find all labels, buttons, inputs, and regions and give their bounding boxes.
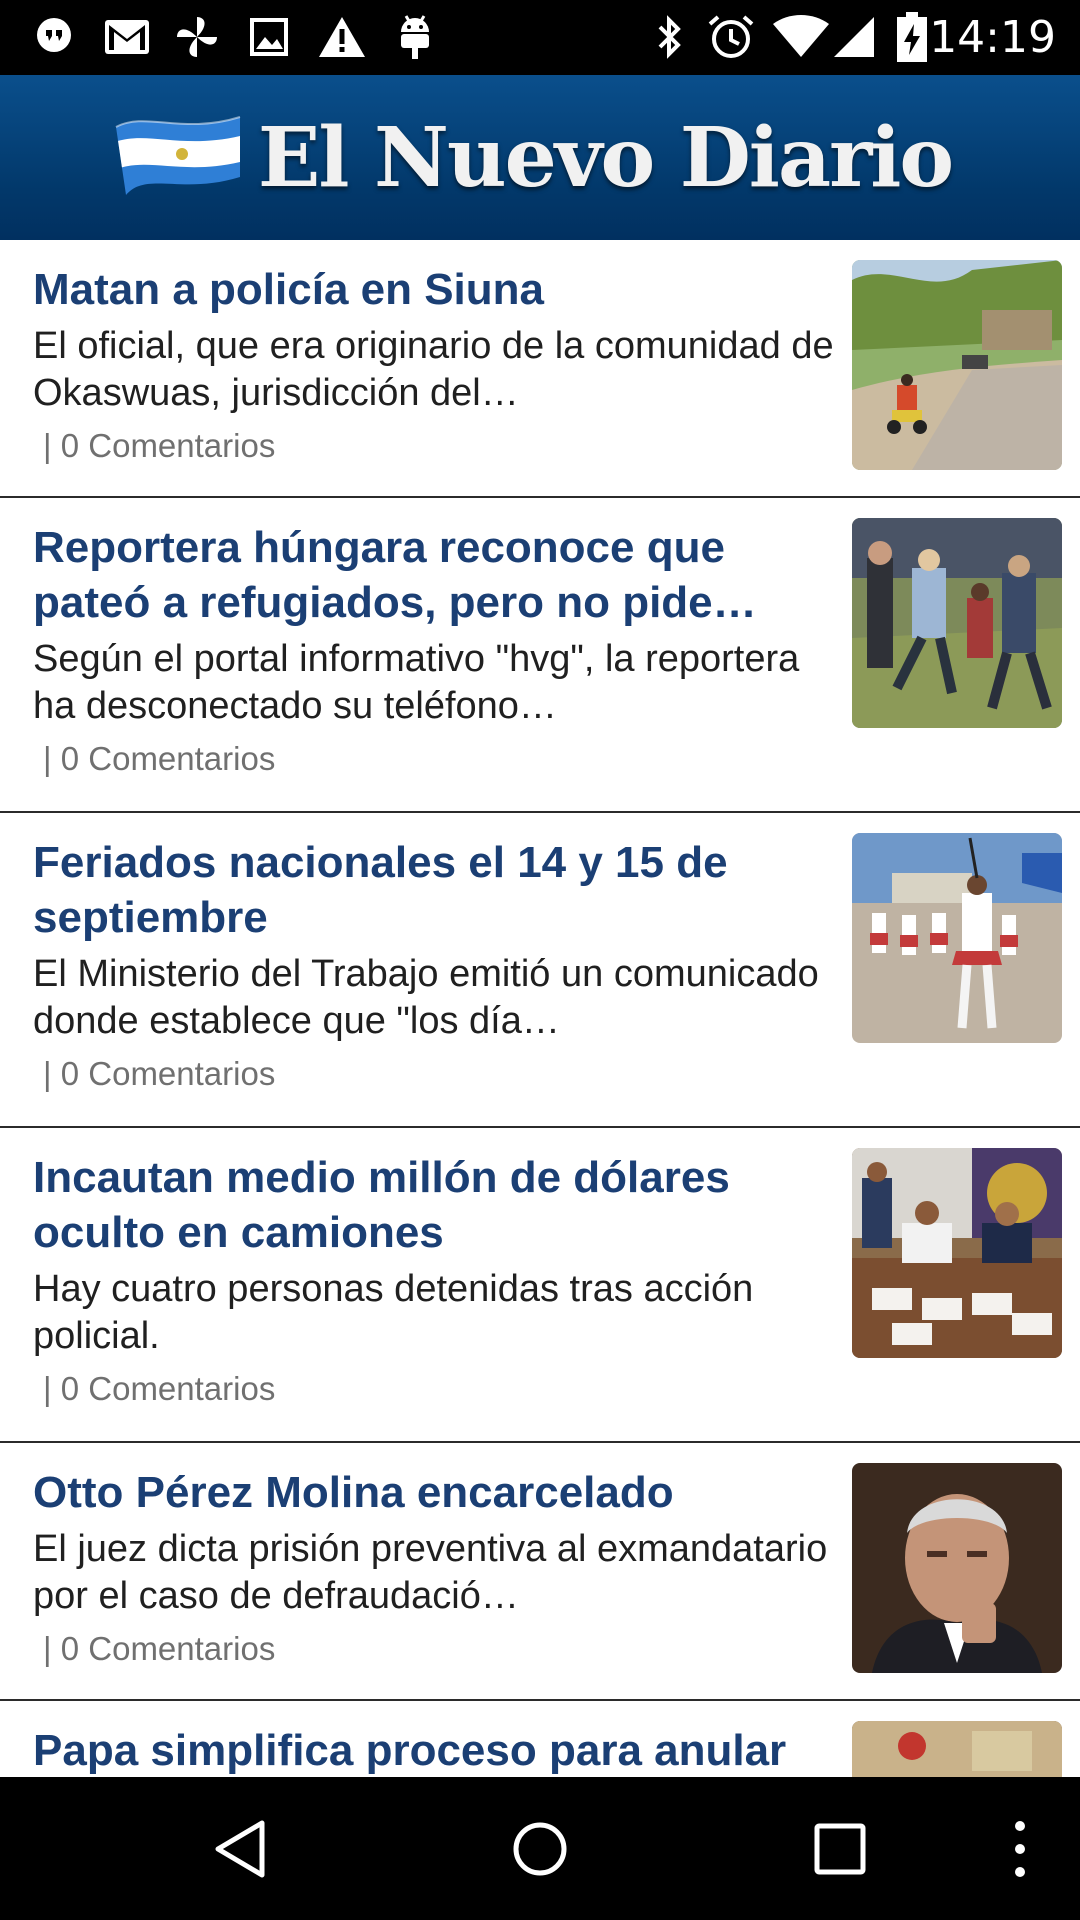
article-text: Matan a policía en Siuna El oficial, que… (33, 262, 838, 465)
article-text: Feriados nacionales el 14 y 15 de septie… (33, 835, 838, 1093)
article-comments-count[interactable]: | 0 Comentarios (33, 740, 838, 778)
article-comments-count[interactable]: | 0 Comentarios (33, 1055, 838, 1093)
article-summary: El Ministerio del Trabajo emitió un comu… (33, 953, 819, 1042)
status-bar: 14:19 (0, 0, 1080, 75)
wifi-icon (770, 12, 832, 62)
article-headline[interactable]: Matan a policía en Siuna (33, 262, 838, 317)
warning-icon (316, 12, 368, 62)
article-item[interactable]: Reportera húngara reconoce que pateó a r… (0, 498, 1080, 813)
article-comments-count[interactable]: | 0 Comentarios (33, 1370, 838, 1408)
refugees-field-photo[interactable] (852, 518, 1062, 728)
image-icon (245, 12, 293, 62)
app-header: El Nuevo Diario (0, 75, 1080, 240)
android-icon (393, 12, 437, 62)
article-headline[interactable]: Incautan medio millón de dólares oculto … (33, 1150, 838, 1260)
article-summary: El juez dicta prisión preventiva al exma… (33, 1528, 828, 1617)
parade-majorettes-photo[interactable] (852, 833, 1062, 1043)
home-icon[interactable] (490, 1777, 590, 1920)
article-item[interactable]: Incautan medio millón de dólares oculto … (0, 1128, 1080, 1443)
battery-charging-icon (894, 12, 930, 62)
bluetooth-icon (650, 12, 690, 62)
article-text: Incautan medio millón de dólares oculto … (33, 1150, 838, 1408)
article-headline[interactable]: Otto Pérez Molina encarcelado (33, 1465, 838, 1520)
article-headline[interactable]: Feriados nacionales el 14 y 15 de septie… (33, 835, 838, 945)
police-press-conference-photo[interactable] (852, 1148, 1062, 1358)
back-icon[interactable] (190, 1777, 290, 1920)
navigation-bar (0, 1777, 1080, 1920)
article-summary: Según el portal informativo "hvg", la re… (33, 638, 800, 727)
article-text: Otto Pérez Molina encarcelado El juez di… (33, 1465, 838, 1668)
signal-icon (830, 12, 878, 62)
hangouts-icon (30, 12, 78, 62)
article-comments-count[interactable]: | 0 Comentarios (33, 1630, 838, 1668)
street-motorcycle-photo[interactable] (852, 260, 1062, 470)
overflow-menu-icon[interactable] (1000, 1777, 1040, 1920)
nicaragua-flag-icon (112, 105, 244, 210)
article-text: Papa simplifica proceso para anular (33, 1723, 838, 1777)
pinwheel-icon (173, 12, 221, 62)
article-summary: El oficial, que era originario de la com… (33, 325, 834, 414)
article-summary: Hay cuatro personas detenidas tras acció… (33, 1268, 754, 1357)
politician-portrait-photo[interactable] (852, 1463, 1062, 1673)
alarm-icon (706, 12, 756, 62)
brand-name: El Nuevo Diario (257, 109, 954, 206)
status-time: 14:19 (929, 12, 1056, 63)
recents-icon[interactable] (790, 1777, 890, 1920)
article-headline[interactable]: Papa simplifica proceso para anular (33, 1723, 838, 1777)
article-item[interactable]: Matan a policía en Siuna El oficial, que… (0, 240, 1080, 498)
article-comments-count[interactable]: | 0 Comentarios (33, 427, 838, 465)
article-item[interactable]: Feriados nacionales el 14 y 15 de septie… (0, 813, 1080, 1128)
article-item[interactable]: Otto Pérez Molina encarcelado El juez di… (0, 1443, 1080, 1701)
brand-logo[interactable]: El Nuevo Diario (112, 105, 954, 210)
gmail-icon (103, 12, 151, 62)
news-feed[interactable]: Matan a policía en Siuna El oficial, que… (0, 240, 1080, 1777)
article-item[interactable]: Papa simplifica proceso para anular (0, 1701, 1080, 1777)
article-text: Reportera húngara reconoce que pateó a r… (33, 520, 838, 778)
article-headline[interactable]: Reportera húngara reconoce que pateó a r… (33, 520, 838, 630)
pope-ceremony-photo[interactable] (852, 1721, 1062, 1777)
